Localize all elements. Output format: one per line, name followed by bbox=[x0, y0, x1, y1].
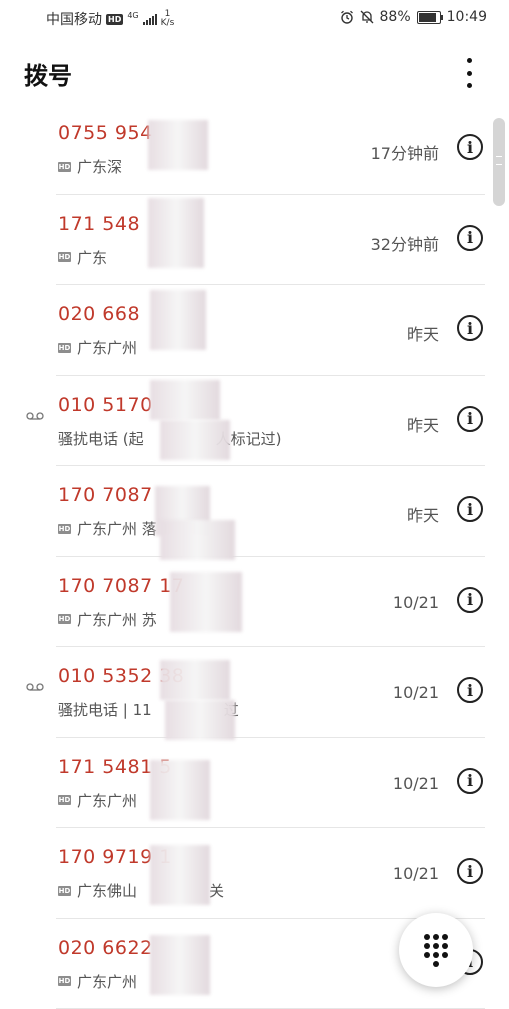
app-header: 拨号 bbox=[0, 36, 509, 112]
info-icon[interactable]: i bbox=[457, 768, 483, 794]
voicemail-icon bbox=[26, 412, 44, 420]
hd-call-icon: HD bbox=[58, 343, 71, 353]
alarm-icon bbox=[340, 10, 354, 24]
location-text: 广东广州 bbox=[77, 971, 137, 992]
network-type: 4G bbox=[127, 12, 138, 20]
hd-call-icon: HD bbox=[58, 252, 71, 262]
dialpad-button[interactable] bbox=[399, 913, 473, 987]
privacy-blur bbox=[150, 760, 210, 820]
hd-call-icon: HD bbox=[58, 886, 71, 896]
privacy-blur bbox=[165, 700, 235, 740]
call-log-row[interactable]: 170 9719 1HD广东佛山关10/21i bbox=[0, 828, 509, 919]
scrollbar-handle[interactable] bbox=[493, 118, 505, 206]
privacy-blur bbox=[160, 660, 230, 700]
call-time: 10/21 bbox=[393, 683, 439, 702]
hd-call-icon: HD bbox=[58, 162, 71, 172]
hd-call-icon: HD bbox=[58, 524, 71, 534]
phone-number: 170 7087 17 bbox=[58, 575, 184, 597]
more-options-button[interactable] bbox=[457, 58, 481, 88]
privacy-blur bbox=[150, 845, 210, 905]
call-log-list[interactable]: 0755 954HD广东深17分钟前i171 548HD广东32分钟前i020 … bbox=[0, 104, 509, 1009]
call-log-row[interactable]: 010 5352 38骚扰电话 | 11过10/21i bbox=[0, 647, 509, 738]
location-text: 骚扰电话 | 11 bbox=[58, 699, 152, 720]
info-icon[interactable]: i bbox=[457, 134, 483, 160]
call-time: 昨天 bbox=[407, 412, 439, 436]
privacy-blur bbox=[160, 420, 230, 460]
phone-number: 171 548 bbox=[58, 213, 140, 235]
hd-call-icon: HD bbox=[58, 614, 71, 624]
hd-call-icon: HD bbox=[58, 976, 71, 986]
location-text-tail: 关 bbox=[209, 880, 224, 901]
location-text: 广东广州 落 bbox=[77, 518, 157, 539]
battery-percent: 88% bbox=[380, 9, 411, 25]
location-text: 骚扰电话 (起 bbox=[58, 428, 144, 449]
call-time: 10/21 bbox=[393, 864, 439, 883]
phone-number: 020 6622 bbox=[58, 937, 153, 959]
privacy-blur bbox=[170, 572, 242, 632]
network-speed: 1 K/s bbox=[161, 10, 175, 28]
call-log-row[interactable]: 170 7087 17 HD 广东广州 苏 10/21 i bbox=[0, 557, 509, 648]
info-icon[interactable]: i bbox=[457, 587, 483, 613]
call-time: 昨天 bbox=[407, 502, 439, 526]
location-text: 广东深 bbox=[77, 156, 122, 177]
call-log-row[interactable]: 170 7087 HD 广东广州 落 昨天 i bbox=[0, 466, 509, 557]
call-time: 10/21 bbox=[393, 593, 439, 612]
info-icon[interactable]: i bbox=[457, 496, 483, 522]
mute-bell-icon bbox=[360, 10, 374, 24]
privacy-blur bbox=[160, 520, 235, 560]
call-log-row[interactable]: 0755 954 HD 广东深 17分钟前 i bbox=[0, 104, 509, 195]
location-text: 广东佛山 bbox=[77, 880, 137, 901]
phone-number: 010 5170 bbox=[58, 394, 153, 416]
more-vert-icon bbox=[467, 58, 472, 63]
hd-voice-badge: HD bbox=[106, 14, 123, 25]
call-time: 昨天 bbox=[407, 321, 439, 345]
location-text: 广东广州 苏 bbox=[77, 609, 157, 630]
call-time: 32分钟前 bbox=[371, 231, 439, 255]
info-icon[interactable]: i bbox=[457, 677, 483, 703]
page-title: 拨号 bbox=[24, 56, 72, 91]
info-icon[interactable]: i bbox=[457, 315, 483, 341]
battery-icon bbox=[417, 11, 441, 24]
status-bar: 中国移动 HD 4G 1 K/s 88% 10:49 bbox=[0, 0, 509, 36]
location-text: 广东 bbox=[77, 247, 107, 268]
clock: 10:49 bbox=[447, 9, 487, 25]
call-time: 10/21 bbox=[393, 774, 439, 793]
phone-number: 0755 954 bbox=[58, 122, 153, 144]
info-icon[interactable]: i bbox=[457, 225, 483, 251]
call-log-row[interactable]: 171 548 HD 广东 32分钟前 i bbox=[0, 195, 509, 286]
phone-number: 020 668 bbox=[58, 303, 140, 325]
phone-number: 170 7087 bbox=[58, 484, 153, 506]
info-icon[interactable]: i bbox=[457, 406, 483, 432]
voicemail-icon bbox=[26, 683, 44, 691]
call-log-row[interactable]: 010 5170骚扰电话 (起人标记过)昨天i bbox=[0, 376, 509, 467]
privacy-blur bbox=[150, 290, 206, 350]
call-log-row[interactable]: 020 668 HD 广东广州 昨天 i bbox=[0, 285, 509, 376]
call-log-row[interactable]: 171 5481 5HD广东广州10/21i bbox=[0, 738, 509, 829]
call-time: 17分钟前 bbox=[371, 140, 439, 164]
signal-icon bbox=[143, 14, 157, 25]
privacy-blur bbox=[150, 935, 210, 995]
location-text: 广东广州 bbox=[77, 337, 137, 358]
carrier-name: 中国移动 bbox=[46, 9, 102, 29]
privacy-blur bbox=[150, 380, 220, 420]
hd-call-icon: HD bbox=[58, 795, 71, 805]
privacy-blur bbox=[148, 120, 208, 170]
location-text: 广东广州 bbox=[77, 790, 137, 811]
info-icon[interactable]: i bbox=[457, 858, 483, 884]
privacy-blur bbox=[148, 198, 204, 268]
